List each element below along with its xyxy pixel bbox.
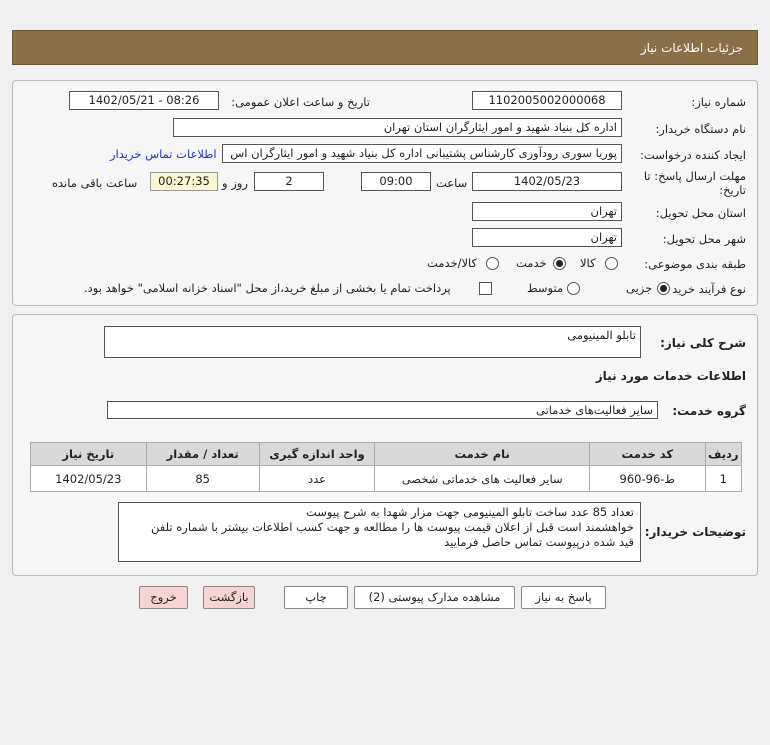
buyer-notes-box: تعداد 85 عدد ساخت تابلو المینیومی جهت مز… [118, 502, 641, 562]
delivery-province-field[interactable]: تهران [472, 202, 622, 221]
category-service-radio[interactable] [553, 257, 566, 270]
col-row-number: ردیف [704, 442, 743, 466]
need-number-field[interactable]: 1102005002000068 [472, 91, 622, 110]
deadline-label-line2: تاریخ: [719, 183, 746, 197]
col-quantity: تعداد / مقدار [145, 442, 260, 466]
col-service-code: کد خدمت [589, 442, 706, 466]
buyer-org-label: نام دستگاه خریدار: [655, 122, 746, 136]
category-goods-service-label: کالا/خدمت [427, 256, 478, 270]
quantity-cell: 85 [145, 465, 260, 492]
treasury-payment-checkbox[interactable] [479, 282, 492, 295]
services-table: ردیف کد خدمت نام خدمت واحد اندازه گیری ت… [30, 442, 743, 492]
deadline-time-field[interactable]: 09:00 [361, 172, 431, 191]
print-button[interactable]: چاپ [284, 586, 348, 609]
category-service-label: خدمت [516, 256, 547, 270]
reply-button[interactable]: پاسخ به نیاز [521, 586, 606, 609]
announce-datetime-field[interactable]: 1402/05/21 - 08:26 [69, 91, 219, 110]
remaining-time-field: 00:27:35 [150, 172, 218, 191]
purchase-type-minor-label: جزیی [626, 281, 653, 295]
service-group-field[interactable]: سایر فعالیت‌های خدماتی [107, 401, 658, 419]
deadline-label-line1: مهلت ارسال پاسخ: تا [643, 169, 746, 183]
view-documents-button[interactable]: مشاهده مدارک پیوستی (2) [354, 586, 515, 609]
col-unit: واحد اندازه گیری [258, 442, 376, 466]
buyer-contact-link[interactable]: اطلاعات تماس خریدار [110, 147, 217, 161]
buyer-notes-label: توضیحات خریدار: [644, 525, 746, 539]
purchase-type-medium-radio[interactable] [567, 282, 580, 295]
buyer-org-field[interactable]: اداره کل بنیاد شهید و امور ایثارگران است… [173, 118, 622, 137]
service-group-label: گروه خدمت: [672, 404, 746, 418]
summary-field[interactable]: تابلو المینیومی [104, 326, 641, 358]
need-number-label: شماره نیاز: [691, 95, 746, 109]
delivery-city-label: شهر محل تحویل: [662, 232, 746, 246]
deadline-time-label: ساعت [436, 176, 468, 190]
services-heading: اطلاعات خدمات مورد نیاز [595, 369, 746, 383]
exit-button[interactable]: خروج [139, 586, 188, 609]
buyer-notes-line: قید شده درپیوست تماس حاصل فرمایید [444, 535, 634, 549]
category-goods-radio[interactable] [605, 257, 618, 270]
col-service-name: نام خدمت [374, 442, 591, 466]
col-need-date: تاریخ نیاز [30, 442, 147, 466]
need-info-panel [12, 80, 758, 306]
table-row: 1 ط-96-960 سایر فعالیت های خدماتی شخصی ع… [30, 465, 743, 492]
delivery-city-field[interactable]: تهران [472, 228, 622, 247]
page-header: جزئیات اطلاعات نیاز [12, 30, 758, 65]
purchase-type-medium-label: متوسط [527, 281, 564, 295]
category-goods-label: کالا [580, 256, 596, 270]
summary-label: شرح کلی نیاز: [660, 336, 746, 350]
row-number-cell: 1 [704, 465, 743, 492]
announce-datetime-label: تاریخ و ساعت اعلان عمومی: [231, 95, 370, 109]
buyer-notes-line: تعداد 85 عدد ساخت تابلو المینیومی جهت مز… [305, 505, 634, 519]
page-title: جزئیات اطلاعات نیاز [640, 41, 743, 55]
treasury-payment-note: پرداخت تمام یا بخشی از مبلغ خرید،از محل … [84, 281, 451, 295]
service-name-cell: سایر فعالیت های خدماتی شخصی [374, 465, 591, 492]
buyer-notes-line: خواهشمند است قبل از اعلان قیمت پیوست ها … [151, 520, 634, 534]
service-code-cell: ط-96-960 [589, 465, 706, 492]
unit-cell: عدد [258, 465, 376, 492]
remaining-time-label: ساعت باقی مانده [52, 176, 138, 190]
deadline-date-field[interactable]: 1402/05/23 [472, 172, 622, 191]
need-date-cell: 1402/05/23 [30, 465, 147, 492]
category-label: طبقه بندی موضوعی: [644, 257, 746, 271]
deadline-days-field[interactable]: 2 [254, 172, 324, 191]
services-table-header: ردیف کد خدمت نام خدمت واحد اندازه گیری ت… [30, 442, 743, 466]
deadline-days-label: روز و [222, 176, 248, 190]
category-goods-service-radio[interactable] [486, 257, 499, 270]
delivery-province-label: استان محل تحویل: [655, 206, 746, 220]
purchase-type-label: نوع فرآیند خرید : [664, 282, 746, 296]
requester-label: ایجاد کننده درخواست: [640, 148, 746, 162]
requester-field[interactable]: پوریا سوری رودآوری کارشناس پشتیبانی ادار… [222, 144, 622, 163]
purchase-type-minor-radio[interactable] [657, 282, 670, 295]
back-button[interactable]: بازگشت [203, 586, 255, 609]
